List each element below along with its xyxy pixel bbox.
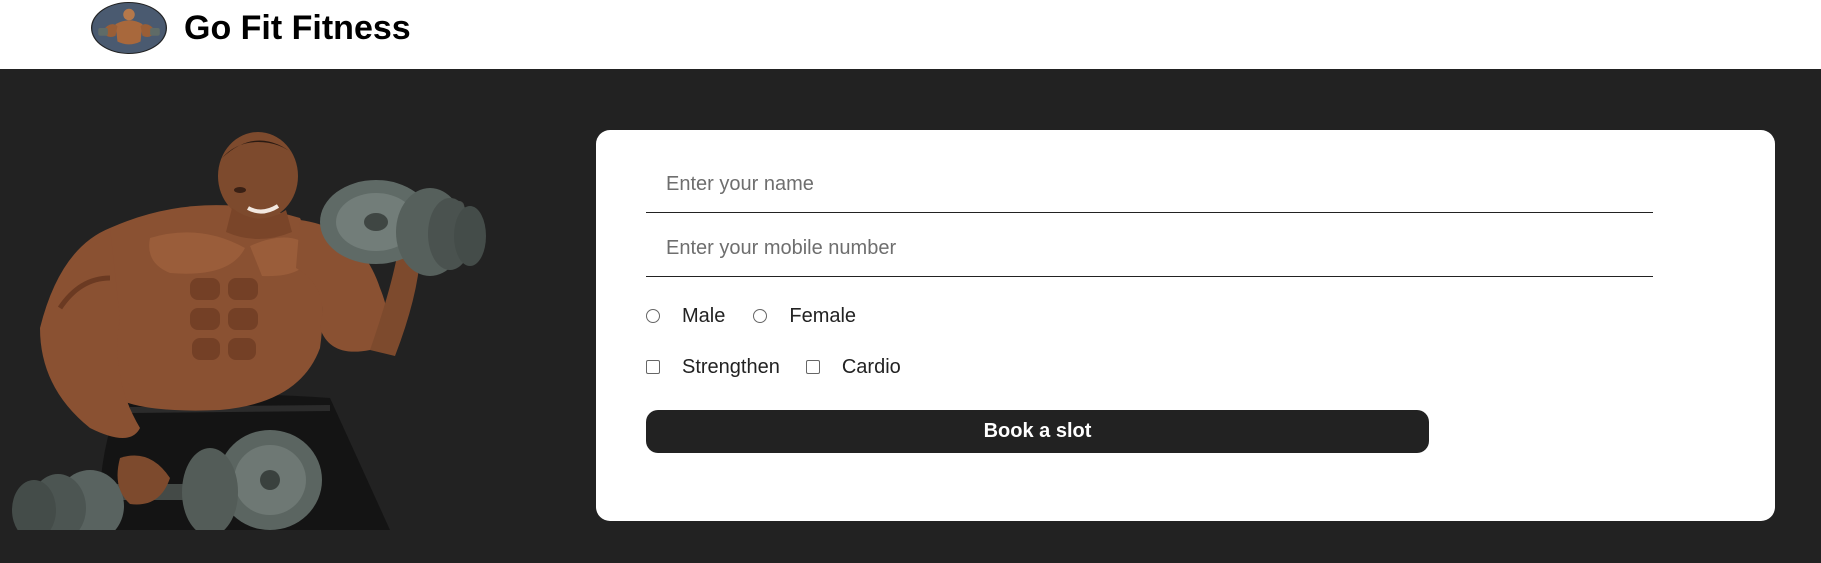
goal-strengthen-label[interactable]: Strengthen xyxy=(682,356,780,379)
mobile-number-input[interactable] xyxy=(646,221,1653,277)
gender-radio-group: Male Female xyxy=(646,303,856,329)
goal-strengthen-checkbox[interactable] xyxy=(646,360,660,374)
gender-female-radio[interactable] xyxy=(753,309,768,323)
name-input[interactable] xyxy=(646,157,1653,213)
brand-title: Go Fit Fitness xyxy=(184,9,411,47)
gender-female-label[interactable]: Female xyxy=(789,305,856,328)
goal-checkbox-group: Strengthen Cardio xyxy=(646,354,901,380)
bodybuilder-hero-image xyxy=(0,128,500,530)
goal-cardio-checkbox[interactable] xyxy=(805,360,820,374)
goal-cardio-label[interactable]: Cardio xyxy=(842,356,901,379)
bodybuilder-logo-icon[interactable] xyxy=(91,2,167,54)
book-slot-button[interactable]: Book a slot xyxy=(646,410,1429,453)
gender-male-radio[interactable] xyxy=(646,309,660,323)
gender-male-label[interactable]: Male xyxy=(682,305,725,328)
site-header: Go Fit Fitness xyxy=(0,0,1821,69)
booking-form-card: Male Female Strengthen Cardio Book a slo… xyxy=(596,130,1775,521)
